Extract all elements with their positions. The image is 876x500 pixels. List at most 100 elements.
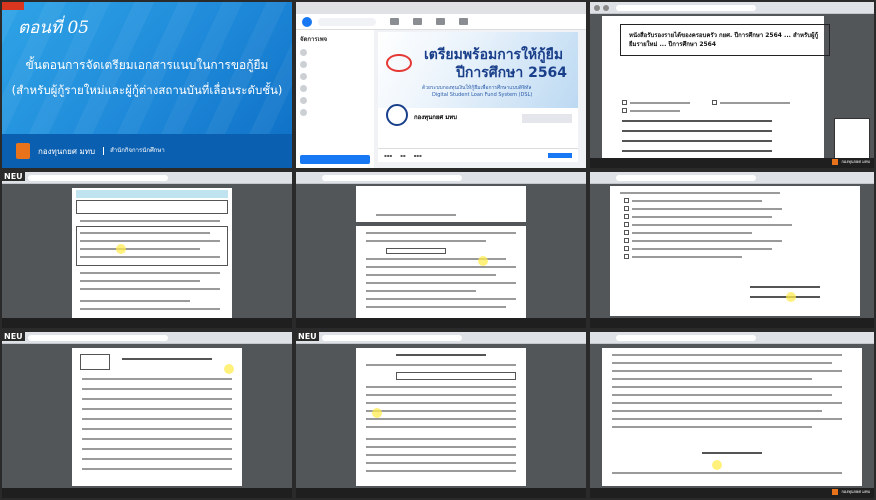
- tab-about[interactable]: ▪▪: [400, 153, 405, 158]
- browser-toolbar: [2, 332, 292, 344]
- home-icon[interactable]: [390, 18, 399, 25]
- video-icon[interactable]: [413, 18, 422, 25]
- home-icon: [300, 61, 307, 68]
- sidebar-item[interactable]: [300, 49, 370, 56]
- avatar[interactable]: [386, 104, 408, 126]
- reload-icon[interactable]: [603, 5, 609, 11]
- document-page: [72, 348, 242, 486]
- page-tabs: ▪▪▪ ▪▪ ▪▪▪: [378, 148, 578, 162]
- neu-label: NEU: [2, 332, 25, 341]
- manage-page-sidebar: จัดการเพจ: [296, 30, 374, 168]
- cursor-highlight: [478, 256, 488, 266]
- cursor-highlight: [786, 292, 796, 302]
- tab-photos[interactable]: ▪▪▪: [414, 153, 422, 158]
- title-slide: ตอนที่ 05 ขั้นตอนการจัดเตรียมเอกสารแนบใน…: [2, 2, 292, 168]
- checkbox[interactable]: [624, 222, 629, 227]
- edit-page-button[interactable]: [522, 114, 572, 123]
- inbox-icon: [300, 73, 307, 80]
- neu-label: NEU: [2, 172, 25, 181]
- address-bar[interactable]: [28, 175, 168, 181]
- dsl-logo-icon: [386, 54, 412, 72]
- checkbox[interactable]: [622, 108, 627, 113]
- sidebar-item[interactable]: [300, 61, 370, 68]
- checkbox[interactable]: [712, 100, 717, 105]
- document-title-view: หนังสือรับรองรายได้ของครอบครัว กยศ. ปีกา…: [590, 2, 874, 168]
- address-bar[interactable]: [616, 5, 756, 11]
- browser-toolbar: [590, 332, 874, 344]
- neu-label: NEU: [296, 332, 319, 341]
- document-page: [356, 226, 526, 320]
- cover-title-line2: ปีการศึกษา 2564: [456, 65, 568, 81]
- address-bar[interactable]: [322, 335, 462, 341]
- checkbox[interactable]: [624, 206, 629, 211]
- episode-label: ตอนที่ 05: [18, 18, 90, 38]
- sidebar-header: จัดการเพจ: [300, 36, 328, 43]
- loan-form-view: NEU: [2, 172, 292, 328]
- address-bar[interactable]: [322, 175, 462, 181]
- document-page: [610, 186, 860, 316]
- address-bar[interactable]: [616, 175, 756, 181]
- page-profile-header: กองทุนกยศ มทบ: [378, 104, 578, 148]
- flag-icon: [832, 158, 839, 165]
- promote-button[interactable]: [300, 155, 370, 164]
- checkbox[interactable]: [624, 238, 629, 243]
- watermark: กองทุนกยศ มทบ: [832, 488, 870, 495]
- document-heading: หนังสือรับรองรายได้ของครอบครัว กยศ. ปีกา…: [620, 24, 830, 56]
- browser-toolbar: [296, 172, 586, 184]
- insights-icon: [300, 97, 307, 104]
- address-bar[interactable]: [28, 335, 168, 341]
- checkbox[interactable]: [624, 198, 629, 203]
- back-icon[interactable]: [594, 5, 600, 11]
- sidebar-item[interactable]: [300, 73, 370, 80]
- address-form-view: NEU: [296, 332, 586, 498]
- video-thumbnail-grid: ตอนที่ 05 ขั้นตอนการจัดเตรียมเอกสารแนบใน…: [0, 0, 876, 500]
- notifications-icon: [300, 85, 307, 92]
- browser-toolbar: [296, 332, 586, 344]
- address-bar[interactable]: [616, 335, 756, 341]
- cursor-highlight: [224, 364, 234, 374]
- facebook-navbar: [296, 14, 586, 30]
- slide-background: ตอนที่ 05 ขั้นตอนการจัดเตรียมเอกสารแนบใน…: [2, 2, 292, 168]
- cover-photo: เตรียมพร้อมการให้กู้ยืม ปีการศึกษา 2564 …: [378, 32, 578, 108]
- document-page: [602, 348, 862, 486]
- cover-subtitle-line1: ด้วยระบบกองทุนเงินให้กู้ยืมเพื่อการศึกษา…: [422, 85, 532, 91]
- checkbox[interactable]: [624, 254, 629, 259]
- facebook-logo-icon[interactable]: [302, 16, 312, 27]
- sidebar-item[interactable]: [300, 97, 370, 104]
- watermark: กองทุนกยศ มทบ: [832, 158, 870, 165]
- marketplace-icon[interactable]: [436, 18, 445, 25]
- form-header-band: [76, 190, 228, 198]
- checkbox[interactable]: [622, 100, 627, 105]
- document-page: [72, 188, 232, 318]
- groups-icon[interactable]: [459, 18, 468, 25]
- search-input[interactable]: [318, 17, 376, 26]
- facebook-page-screenshot: จัดการเพจ เตรียมพร้อมการให้กู้ยืม ปีการศ…: [296, 2, 586, 168]
- consent-form-view: NEU: [2, 332, 292, 498]
- page-name: กองทุนกยศ มทบ: [414, 114, 457, 121]
- document-page: หนังสือรับรองรายได้ของครอบครัว กยศ. ปีกา…: [602, 16, 830, 158]
- footer-office: สำนักกิจการนักศึกษา: [103, 147, 165, 155]
- checkbox[interactable]: [624, 230, 629, 235]
- sidebar-item[interactable]: [300, 109, 370, 116]
- browser-toolbar: [590, 172, 874, 184]
- red-tab: [2, 2, 24, 10]
- message-button[interactable]: [548, 153, 572, 158]
- document-page: [356, 186, 526, 222]
- cursor-highlight: [712, 460, 722, 470]
- browser-toolbar: [2, 172, 292, 184]
- terms-page-view: กองทุนกยศ มทบ: [590, 332, 874, 498]
- browser-toolbar: [590, 2, 874, 14]
- flag-icon: [16, 143, 30, 159]
- document-page: [356, 348, 526, 486]
- tab-home[interactable]: ▪▪▪: [384, 153, 392, 158]
- page-icon: [300, 49, 307, 56]
- cover-subtitle-line2: Digital Student Loan Fund System (DSL): [432, 92, 533, 98]
- checkbox[interactable]: [624, 246, 629, 251]
- cursor-highlight: [372, 408, 382, 418]
- footer-org: กองทุนกยศ มทบ: [38, 146, 96, 156]
- browser-tabbar: [296, 2, 586, 14]
- sidebar-item[interactable]: [300, 85, 370, 92]
- form-page-view: [296, 172, 586, 328]
- cursor-highlight: [116, 244, 126, 254]
- checkbox[interactable]: [624, 214, 629, 219]
